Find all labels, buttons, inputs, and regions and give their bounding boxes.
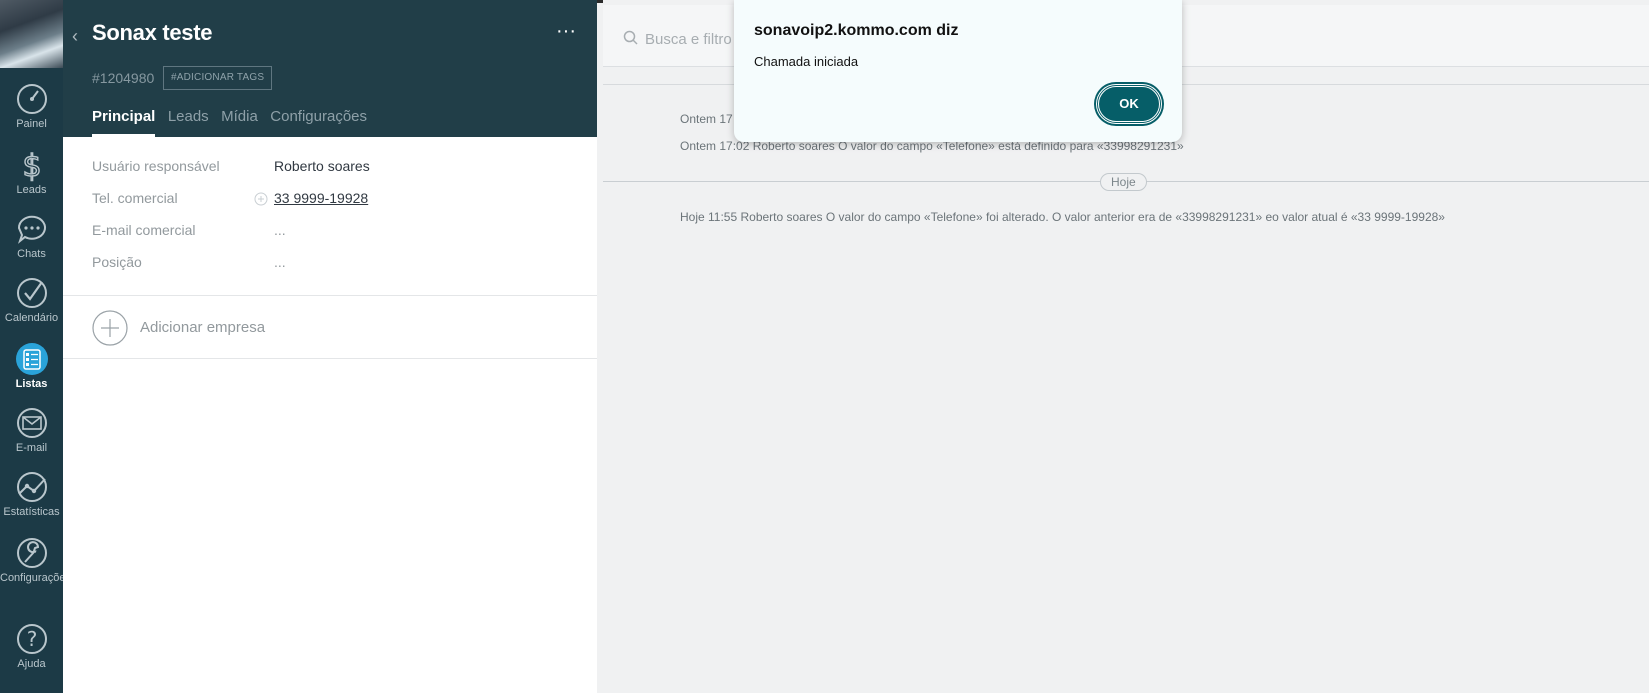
plus-icon[interactable] bbox=[254, 192, 268, 206]
chat-bubble-icon bbox=[17, 215, 46, 244]
day-badge: Hoje bbox=[1100, 173, 1147, 191]
nav-item-listas[interactable]: Listas bbox=[0, 342, 63, 404]
field-label: Usuário responsável bbox=[92, 158, 220, 174]
nav-label: Leads bbox=[16, 184, 47, 196]
dialog-title: sonavoip2.kommo.com diz bbox=[754, 22, 959, 39]
alert-dialog: sonavoip2.kommo.com diz Chamada iniciada… bbox=[734, 0, 1182, 142]
search-input[interactable]: Busca e filtro bbox=[645, 31, 732, 48]
phone-value[interactable]: 33 9999-19928 bbox=[274, 190, 368, 206]
line-chart-icon bbox=[16, 472, 47, 502]
tab-configuracoes[interactable]: Configurações bbox=[270, 108, 367, 137]
list-icon bbox=[15, 343, 48, 375]
card-title[interactable]: Sonax teste bbox=[92, 20, 213, 46]
tab-leads[interactable]: Leads bbox=[168, 108, 209, 137]
dollar-icon: $ bbox=[21, 148, 41, 182]
field-row: Posição ... bbox=[92, 252, 572, 284]
nav-item-chats[interactable]: Chats bbox=[0, 212, 63, 274]
dialog-message: Chamada iniciada bbox=[754, 54, 859, 69]
more-options-icon[interactable]: ··· bbox=[551, 21, 581, 46]
feed-entry: Ontem 17 bbox=[680, 112, 733, 126]
nav-label: Calendário bbox=[4, 312, 59, 324]
ok-button[interactable]: OK bbox=[1096, 84, 1162, 124]
nav-item-painel[interactable]: Painel bbox=[0, 82, 63, 144]
account-avatar[interactable] bbox=[0, 0, 63, 68]
card-tabs: Principal Leads Mídia Configurações bbox=[92, 108, 375, 137]
add-company-label[interactable]: Adicionar empresa bbox=[140, 319, 265, 336]
add-tags-button[interactable]: #ADICIONAR TAGS bbox=[163, 66, 273, 90]
wrench-icon bbox=[16, 538, 47, 568]
nav-item-ajuda[interactable]: ? Ajuda bbox=[0, 622, 63, 684]
left-nav: Painel $ Leads Chats Calendário Listas E… bbox=[0, 0, 63, 693]
nav-item-configuracoes[interactable]: Configurações bbox=[0, 536, 63, 598]
speedometer-icon bbox=[16, 84, 47, 114]
nav-item-calendario[interactable]: Calendário bbox=[0, 276, 63, 338]
tab-principal[interactable]: Principal bbox=[92, 108, 156, 137]
chevron-left-icon[interactable]: ‹ bbox=[72, 26, 86, 46]
envelope-icon bbox=[16, 408, 47, 438]
card-id: #1204980 bbox=[92, 70, 155, 86]
field-row: Tel. comercial 33 9999-19928 bbox=[92, 188, 572, 220]
nav-label: Painel bbox=[16, 118, 47, 130]
add-circle-icon[interactable] bbox=[92, 310, 128, 346]
question-icon: ? bbox=[16, 624, 47, 654]
field-row: E-mail comercial ... bbox=[92, 220, 572, 252]
nav-label: Chats bbox=[17, 248, 46, 260]
nav-label: Estatísticas bbox=[3, 506, 60, 518]
feed-entry: Hoje 11:55 Roberto soares O valor do cam… bbox=[680, 210, 1445, 224]
add-company-row[interactable]: Adicionar empresa bbox=[63, 295, 597, 359]
svg-text:$: $ bbox=[22, 149, 41, 182]
check-circle-icon bbox=[16, 278, 47, 308]
tab-midia[interactable]: Mídia bbox=[221, 108, 258, 137]
nav-label: Configurações bbox=[0, 572, 63, 584]
nav-label: E-mail bbox=[15, 442, 48, 454]
field-row: Usuário responsável Roberto soares bbox=[92, 156, 572, 188]
nav-item-estatisticas[interactable]: Estatísticas bbox=[0, 470, 63, 532]
nav-item-leads[interactable]: $ Leads bbox=[0, 148, 63, 210]
card-header: ‹ Sonax teste ··· #1204980 #ADICIONAR TA… bbox=[63, 0, 597, 137]
contact-fields: Usuário responsável Roberto soares Tel. … bbox=[92, 156, 572, 284]
responsible-user-value[interactable]: Roberto soares bbox=[274, 158, 370, 174]
nav-label: Ajuda bbox=[17, 658, 46, 670]
field-label: E-mail comercial bbox=[92, 222, 196, 238]
field-label: Tel. comercial bbox=[92, 190, 178, 206]
field-label: Posição bbox=[92, 254, 142, 270]
nav-label: Listas bbox=[15, 378, 48, 390]
search-icon bbox=[623, 30, 638, 45]
email-value[interactable]: ... bbox=[274, 222, 286, 238]
svg-text:?: ? bbox=[26, 627, 37, 651]
nav-item-email[interactable]: E-mail bbox=[0, 406, 63, 468]
contact-card: ‹ Sonax teste ··· #1204980 #ADICIONAR TA… bbox=[63, 0, 597, 693]
position-value[interactable]: ... bbox=[274, 254, 286, 270]
